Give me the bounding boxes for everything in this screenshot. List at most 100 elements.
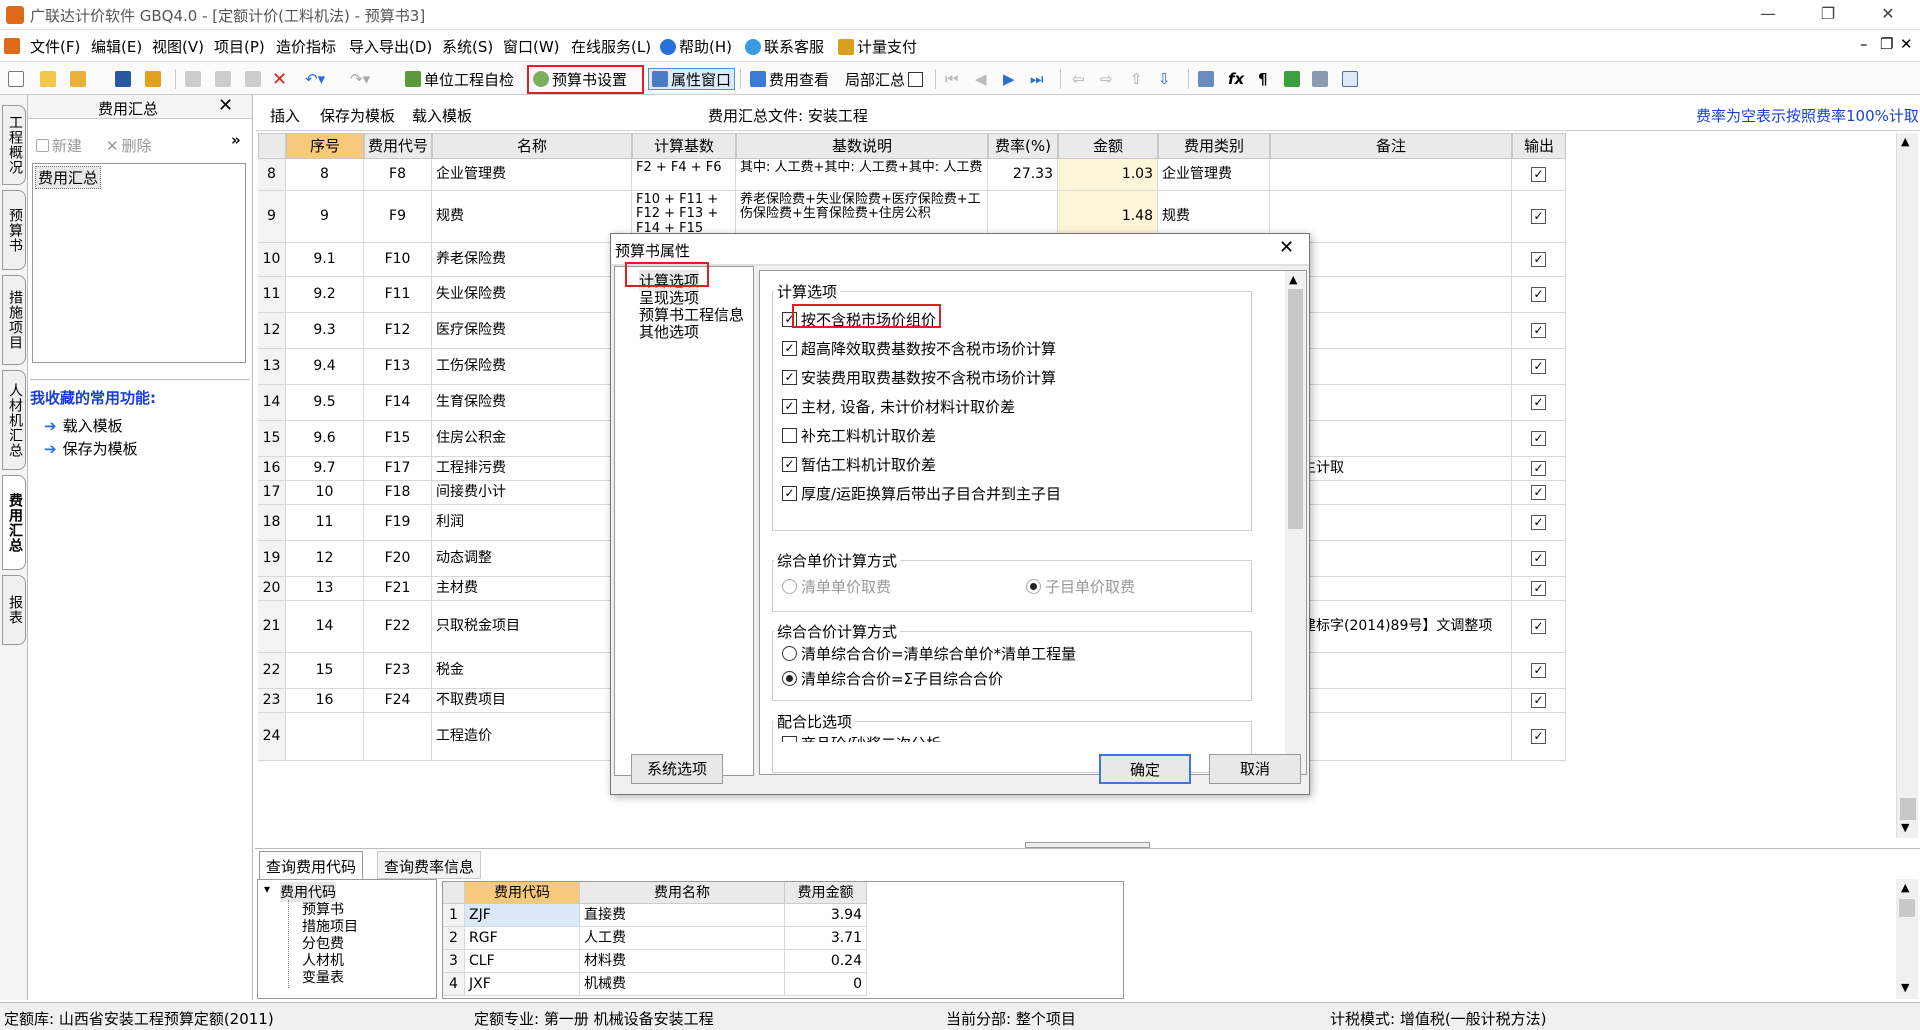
cell-code[interactable]: F15 <box>364 421 432 457</box>
cell-code[interactable]: F24 <box>364 689 432 713</box>
cell-code[interactable]: F8 <box>364 159 432 191</box>
fee-code-cell-amt[interactable]: 0.24 <box>785 950 867 973</box>
restore-icon[interactable]: ❐ <box>1808 3 1848 27</box>
grid-scrollbar[interactable]: ▲ ▼ <box>1896 133 1918 838</box>
cell-seq[interactable]: 8 <box>286 159 364 191</box>
tab-reports[interactable]: 报表 <box>2 575 26 645</box>
radio-total-by-sub[interactable]: 清单综合合价=Σ子目综合合价 <box>782 668 1003 689</box>
cell-seq[interactable]: 9 <box>286 191 364 243</box>
cell-code[interactable]: F20 <box>364 541 432 577</box>
radio-total-by-list[interactable]: 清单综合合价=清单综合单价*清单工程量 <box>782 643 1076 664</box>
cell-code[interactable]: F23 <box>364 653 432 689</box>
move-up-icon[interactable]: ⇧ <box>1130 68 1143 90</box>
first-icon[interactable]: ⏮ <box>945 68 959 90</box>
chart-icon[interactable] <box>1312 68 1328 90</box>
calc-option-3[interactable]: ✓ 主材, 设备, 未计价材料计取价差 <box>782 396 1015 417</box>
copy-icon[interactable] <box>215 68 231 90</box>
cell-name[interactable]: 规费 <box>432 191 632 243</box>
col-seq[interactable]: 序号 <box>286 133 364 159</box>
tab-project-overview[interactable]: 工程概况 <box>2 105 26 185</box>
cell-seq[interactable]: 11 <box>286 505 364 541</box>
calc-option-checkbox[interactable] <box>782 428 797 443</box>
fav-save-template[interactable]: ➔ 保存为模板 <box>44 438 138 459</box>
dialog-scrollbar[interactable]: ▲ ▼ <box>1285 271 1306 774</box>
tab-fee-summary[interactable]: 费用汇总 <box>2 475 26 570</box>
fee-code-cell-code[interactable]: JXF <box>465 973 580 996</box>
panel-close-icon[interactable]: ✕ <box>218 95 233 116</box>
cell-amount[interactable]: 1.03 <box>1058 159 1158 191</box>
output-checkbox[interactable]: ✓ <box>1531 167 1546 182</box>
cell-rn[interactable]: 22 <box>258 653 286 689</box>
radio-sub-unit-price-dot[interactable] <box>1026 579 1041 594</box>
cell-code[interactable]: F17 <box>364 457 432 481</box>
check-concrete-analysis-box[interactable] <box>782 736 797 742</box>
local-summary-checkbox[interactable] <box>908 71 924 87</box>
cell-seq[interactable]: 10 <box>286 481 364 505</box>
cell-rn[interactable]: 21 <box>258 601 286 653</box>
output-checkbox[interactable]: ✓ <box>1531 252 1546 267</box>
delete-icon[interactable]: ✕ <box>272 68 287 90</box>
cell-code[interactable]: F19 <box>364 505 432 541</box>
fee-code-cell-amt[interactable]: 3.71 <box>785 927 867 950</box>
mdi-minimize-icon[interactable]: – <box>1860 35 1868 53</box>
menu-window[interactable]: 窗口(W) <box>503 36 560 57</box>
delete-button[interactable]: ✕ 删除 <box>106 135 152 156</box>
cell-seq[interactable]: 9.3 <box>286 313 364 349</box>
cell-name[interactable]: 动态调整 <box>432 541 632 577</box>
scroll-up-icon[interactable]: ▲ <box>1289 273 1297 286</box>
nav-other-options[interactable]: 其他选项 <box>639 321 699 342</box>
radio-list-unit-price-dot[interactable] <box>782 579 797 594</box>
calculator-icon[interactable] <box>1198 68 1214 90</box>
mdi-close-icon[interactable]: ✕ <box>1900 35 1913 53</box>
cell-rn[interactable]: 19 <box>258 541 286 577</box>
radio-list-unit-price[interactable]: 清单单价取费 <box>782 576 891 597</box>
menu-import-export[interactable]: 导入导出(D) <box>349 36 432 57</box>
scroll-thumb[interactable] <box>1288 289 1303 529</box>
cell-seq[interactable]: 9.1 <box>286 243 364 277</box>
last-icon[interactable]: ⏭ <box>1030 68 1044 90</box>
cell-rn[interactable]: 11 <box>258 277 286 313</box>
output-checkbox[interactable]: ✓ <box>1531 395 1546 410</box>
col-name[interactable]: 名称 <box>432 133 632 159</box>
cell-seq[interactable]: 9.7 <box>286 457 364 481</box>
tab-budget[interactable]: 预算书 <box>2 190 26 270</box>
mdi-restore-icon[interactable]: ❐ <box>1880 35 1893 53</box>
cell-rn[interactable]: 9 <box>258 191 286 243</box>
output-checkbox[interactable]: ✓ <box>1531 323 1546 338</box>
cell-seq[interactable]: 12 <box>286 541 364 577</box>
paste-icon[interactable] <box>245 68 261 90</box>
cell-desc[interactable]: 其中: 人工费+其中: 人工费+其中: 人工费 <box>736 159 988 191</box>
tab-labor-material[interactable]: 人材机汇总 <box>2 370 26 470</box>
cell-cat[interactable]: 企业管理费 <box>1158 159 1270 191</box>
calc-option-checkbox[interactable]: ✓ <box>782 370 797 385</box>
menu-help[interactable]: 帮助(H) <box>660 36 732 57</box>
prev-icon[interactable]: ◀ <box>975 68 987 90</box>
paragraph-icon[interactable]: ¶ <box>1258 68 1268 90</box>
cell-name[interactable]: 生育保险费 <box>432 385 632 421</box>
cell-name[interactable]: 利润 <box>432 505 632 541</box>
property-window-button[interactable]: 属性窗口 <box>648 68 736 90</box>
output-checkbox[interactable]: ✓ <box>1531 581 1546 596</box>
cell-seq[interactable]: 15 <box>286 653 364 689</box>
insert-button[interactable]: 插入 <box>270 105 300 126</box>
cell-name[interactable]: 工程造价 <box>432 713 632 761</box>
output-checkbox[interactable]: ✓ <box>1531 359 1546 374</box>
col-output[interactable]: 输出 <box>1512 133 1566 159</box>
cell-name[interactable]: 间接费小计 <box>432 481 632 505</box>
ok-button[interactable]: 确定 <box>1099 754 1191 784</box>
menu-project[interactable]: 项目(P) <box>214 36 265 57</box>
cell-name[interactable]: 失业保险费 <box>432 277 632 313</box>
menu-payment[interactable]: 计量支付 <box>838 36 917 57</box>
tab-measures[interactable]: 措施项目 <box>2 275 26 365</box>
tab-query-fee-code[interactable]: 查询费用代码 <box>259 851 364 879</box>
move-right-icon[interactable]: ⇨ <box>1100 68 1113 90</box>
output-checkbox[interactable]: ✓ <box>1531 209 1546 224</box>
cell-rn[interactable]: 15 <box>258 421 286 457</box>
fee-amount-header[interactable]: 费用金额 <box>785 882 867 904</box>
check-concrete-analysis[interactable]: 商品砼/砂浆二次分析 <box>782 733 941 742</box>
close-icon[interactable]: ✕ <box>1868 3 1908 27</box>
col-desc[interactable]: 基数说明 <box>736 133 988 159</box>
scroll-thumb[interactable] <box>1900 798 1916 820</box>
cell-name[interactable]: 税金 <box>432 653 632 689</box>
calc-option-4[interactable]: 补充工料机计取价差 <box>782 425 936 446</box>
